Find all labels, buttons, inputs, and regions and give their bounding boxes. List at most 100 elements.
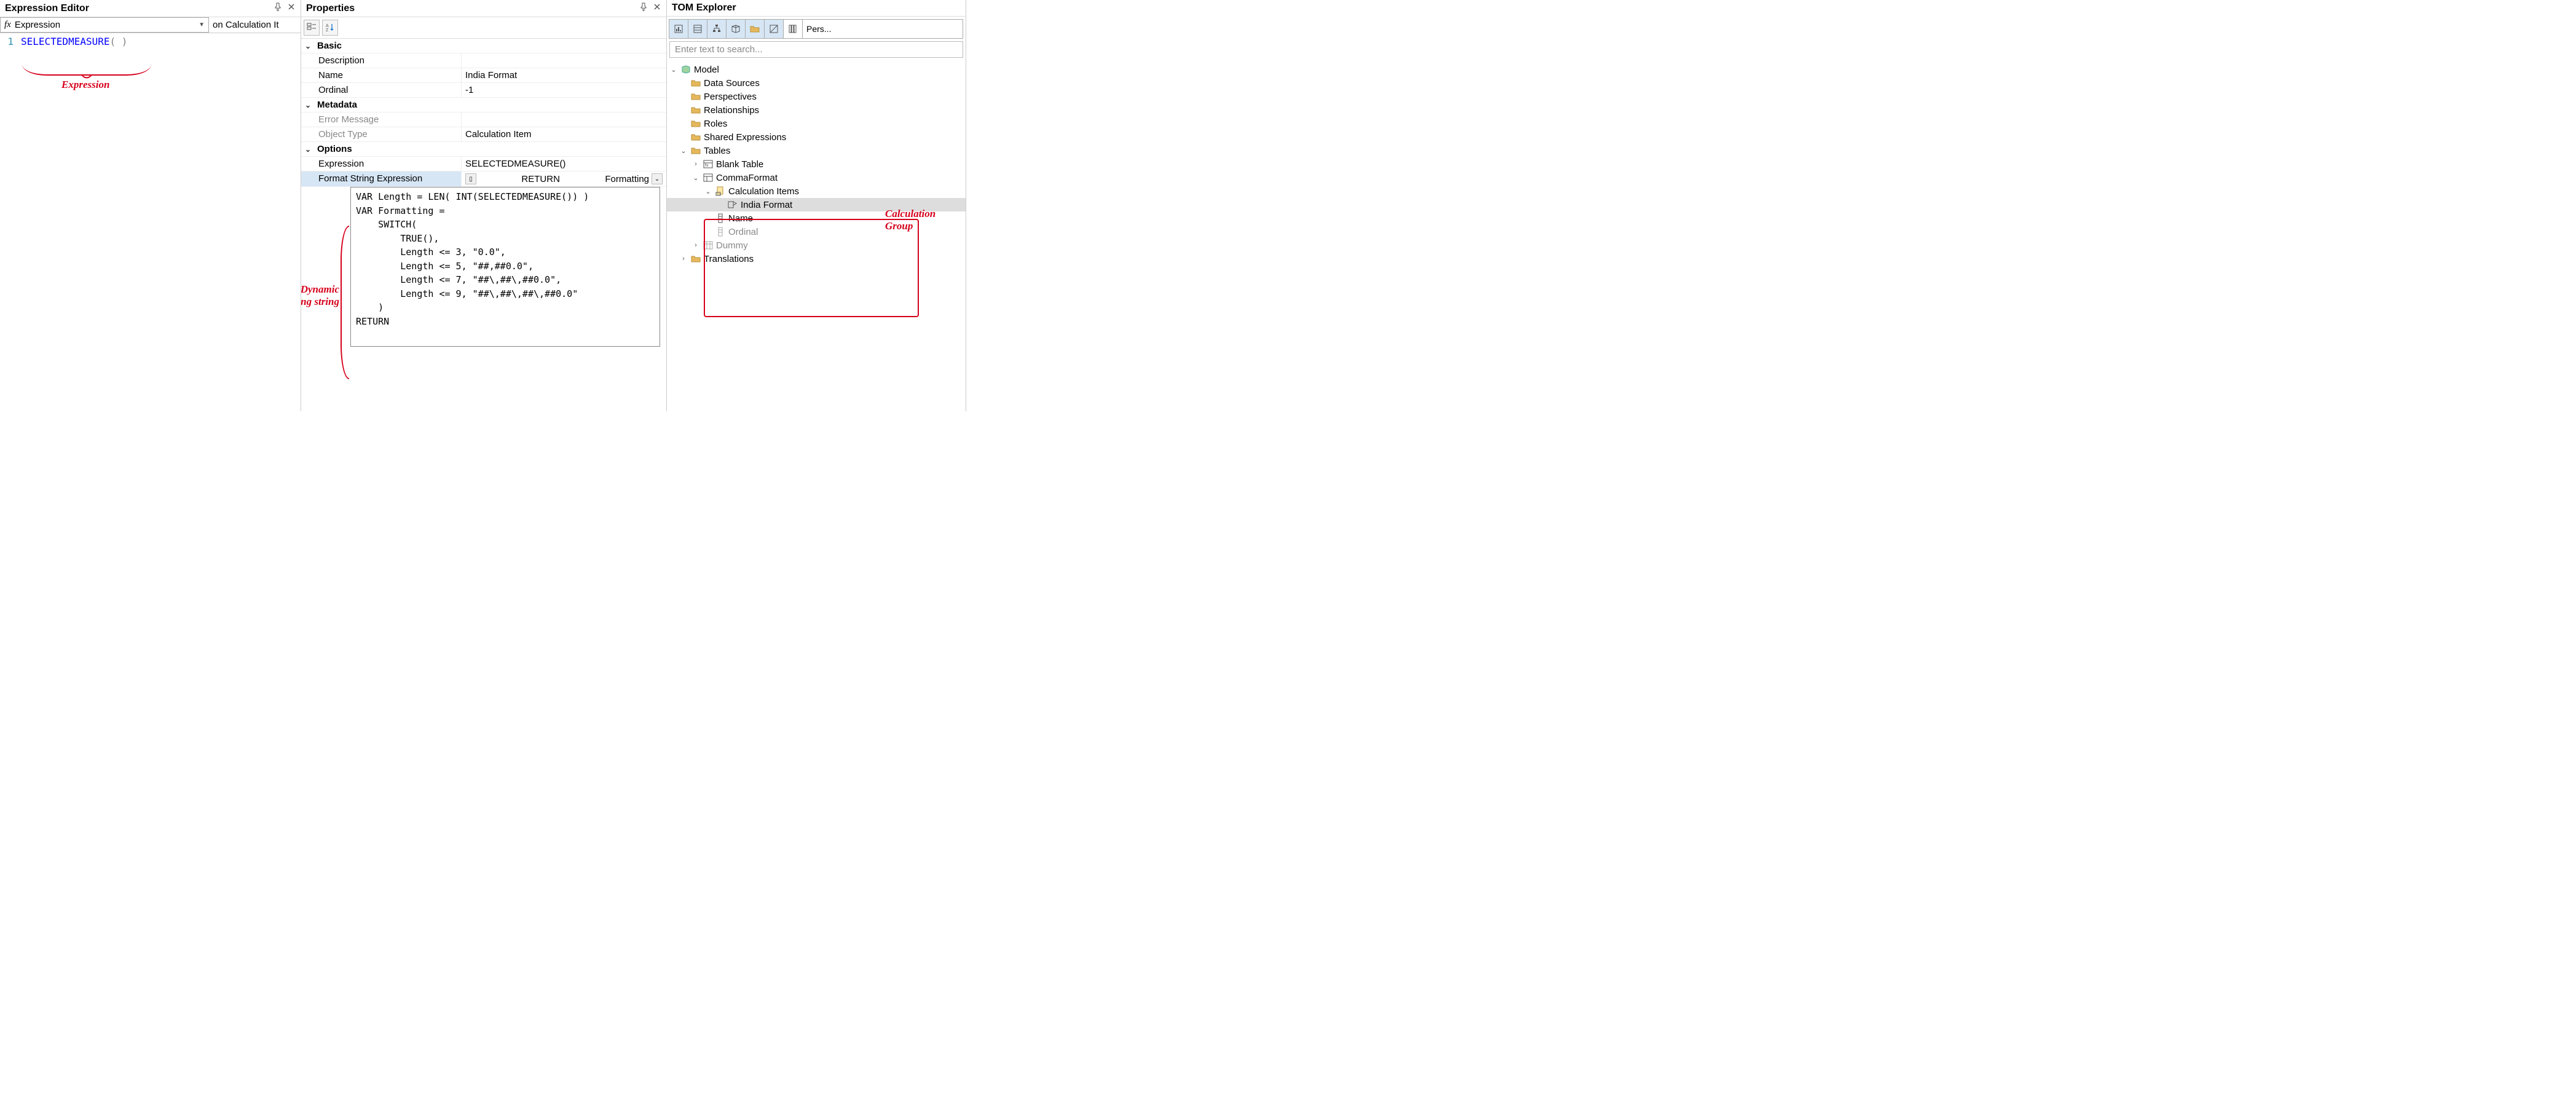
tree-shared-expressions[interactable]: Shared Expressions (667, 130, 966, 144)
group-basic[interactable]: ⌄Basic (301, 39, 666, 53)
properties-body: ⌄Basic Description Name India Format Ord… (301, 39, 666, 411)
annotation-brace (22, 65, 151, 76)
svg-text:fx: fx (705, 164, 709, 168)
prop-value (461, 112, 666, 127)
code-editor[interactable]: 1 SELECTEDMEASURE( ) (0, 33, 301, 47)
folder-icon (690, 145, 701, 156)
dax-function-token: SELECTEDMEASURE (21, 36, 110, 47)
tree-dummy[interactable]: ›Dummy (667, 239, 966, 252)
alphabetical-view-button[interactable]: AZ (322, 20, 338, 36)
prop-value: Calculation Item (461, 127, 666, 141)
prop-value[interactable]: ▯ RETURN Formatting ⌄ (461, 171, 666, 186)
tree-translations[interactable]: ›Translations (667, 252, 966, 266)
prop-label: Expression (301, 157, 461, 171)
svg-text:A: A (326, 24, 329, 28)
column-icon (715, 226, 726, 237)
prop-description[interactable]: Description (301, 53, 666, 68)
categorized-view-button[interactable] (304, 20, 320, 36)
tree-data-sources[interactable]: Data Sources (667, 76, 966, 90)
tree-perspectives[interactable]: Perspectives (667, 90, 966, 103)
annotation-dynamic-formatting: Dynamicformatting string (301, 283, 339, 308)
prop-error-message: Error Message (301, 112, 666, 127)
tree-blank-table[interactable]: ›fxBlank Table (667, 157, 966, 171)
tree-calculation-items[interactable]: ⌄Calculation Items (667, 184, 966, 198)
chevron-down-icon: ⌄ (305, 42, 313, 50)
group-options[interactable]: ⌄Options (301, 142, 666, 157)
dropdown-button[interactable]: ⌄ (652, 173, 663, 184)
pin-icon[interactable] (639, 2, 648, 14)
prop-value[interactable] (461, 53, 666, 68)
prop-label: Name (301, 68, 461, 82)
prop-value[interactable]: SELECTEDMEASURE() (461, 157, 666, 171)
pin-icon[interactable] (274, 2, 282, 14)
chevron-down-icon: ⌄ (305, 145, 313, 154)
annotation-calculation-group: CalculationGroup (885, 208, 965, 232)
prop-ordinal[interactable]: Ordinal -1 (301, 83, 666, 98)
filter-measures-button[interactable] (669, 19, 688, 39)
folder-icon (690, 91, 701, 102)
tom-explorer-title: TOM Explorer (672, 2, 961, 14)
calc-table-icon: fx (703, 159, 714, 170)
tree-model[interactable]: ⌄Model (667, 63, 966, 76)
tree-roles[interactable]: Roles (667, 117, 966, 130)
prop-label: Ordinal (301, 83, 461, 97)
tom-toolbar: Pers... (667, 17, 966, 41)
tom-tree: ⌄Model Data Sources Perspectives Relatio… (667, 60, 966, 268)
code-line-1: SELECTEDMEASURE( ) (18, 36, 127, 47)
folder-icon (690, 104, 701, 116)
annotation-expression: Expression (61, 79, 109, 91)
format-right-text: Formatting (605, 174, 649, 184)
expand-editor-button[interactable]: ▯ (465, 173, 476, 184)
properties-panel: Properties AZ ⌄Basic Description Name In… (301, 0, 667, 411)
chevron-down-icon: ⌄ (691, 174, 700, 182)
prop-name[interactable]: Name India Format (301, 68, 666, 83)
perspective-dropdown[interactable]: Pers... (802, 19, 963, 39)
chevron-down-icon: ⌄ (679, 147, 688, 155)
filter-hidden-button[interactable] (764, 19, 784, 39)
prop-format-string-expression[interactable]: Format String Expression ▯ RETURN Format… (301, 171, 666, 187)
filter-hierarchies-button[interactable] (707, 19, 727, 39)
fx-icon: fx (4, 20, 11, 30)
group-metadata[interactable]: ⌄Metadata (301, 98, 666, 112)
expression-editor-title: Expression Editor (5, 3, 274, 14)
chevron-down-icon: ▼ (199, 22, 205, 28)
prop-value[interactable]: India Format (461, 68, 666, 82)
expression-type-dropdown[interactable]: fx Expression ▼ (0, 17, 209, 33)
prop-label: Error Message (301, 112, 461, 127)
prop-object-type: Object Type Calculation Item (301, 127, 666, 142)
chevron-down-icon: ⌄ (305, 101, 313, 109)
filter-folders-button[interactable] (745, 19, 765, 39)
calc-items-icon (715, 186, 726, 197)
tree-relationships[interactable]: Relationships (667, 103, 966, 117)
folder-icon (690, 132, 701, 143)
svg-text:Z: Z (326, 28, 329, 33)
chevron-down-icon: ⌄ (704, 187, 712, 195)
filter-all-button[interactable] (783, 19, 803, 39)
chevron-down-icon: ⌄ (669, 66, 678, 74)
tree-comma-format[interactable]: ⌄CommaFormat (667, 171, 966, 184)
properties-title: Properties (306, 3, 639, 14)
column-icon (715, 213, 726, 224)
table-icon (703, 240, 714, 251)
close-icon[interactable] (653, 2, 661, 14)
expression-context-label: on Calculation It (209, 17, 283, 33)
chevron-right-icon: › (691, 160, 700, 168)
chevron-right-icon: › (691, 242, 700, 249)
format-string-textarea[interactable]: VAR Length = LEN( INT(SELECTEDMEASURE())… (350, 187, 660, 347)
folder-icon (690, 118, 701, 129)
filter-partitions-button[interactable] (726, 19, 746, 39)
close-icon[interactable] (287, 2, 296, 14)
prop-value[interactable]: -1 (461, 83, 666, 97)
tree-tables[interactable]: ⌄Tables (667, 144, 966, 157)
model-icon (680, 64, 691, 75)
tom-explorer-panel: TOM Explorer Pers... Enter text to searc… (667, 0, 966, 411)
annotation-brace-left (341, 226, 349, 379)
prop-expression[interactable]: Expression SELECTEDMEASURE() (301, 157, 666, 171)
expression-type-label: Expression (15, 20, 195, 30)
search-input[interactable]: Enter text to search... (669, 41, 963, 58)
properties-header: Properties (301, 0, 666, 17)
folder-icon (690, 253, 701, 264)
calc-group-icon (703, 172, 714, 183)
filter-columns-button[interactable] (688, 19, 707, 39)
dax-paren-token: ( ) (110, 36, 128, 47)
